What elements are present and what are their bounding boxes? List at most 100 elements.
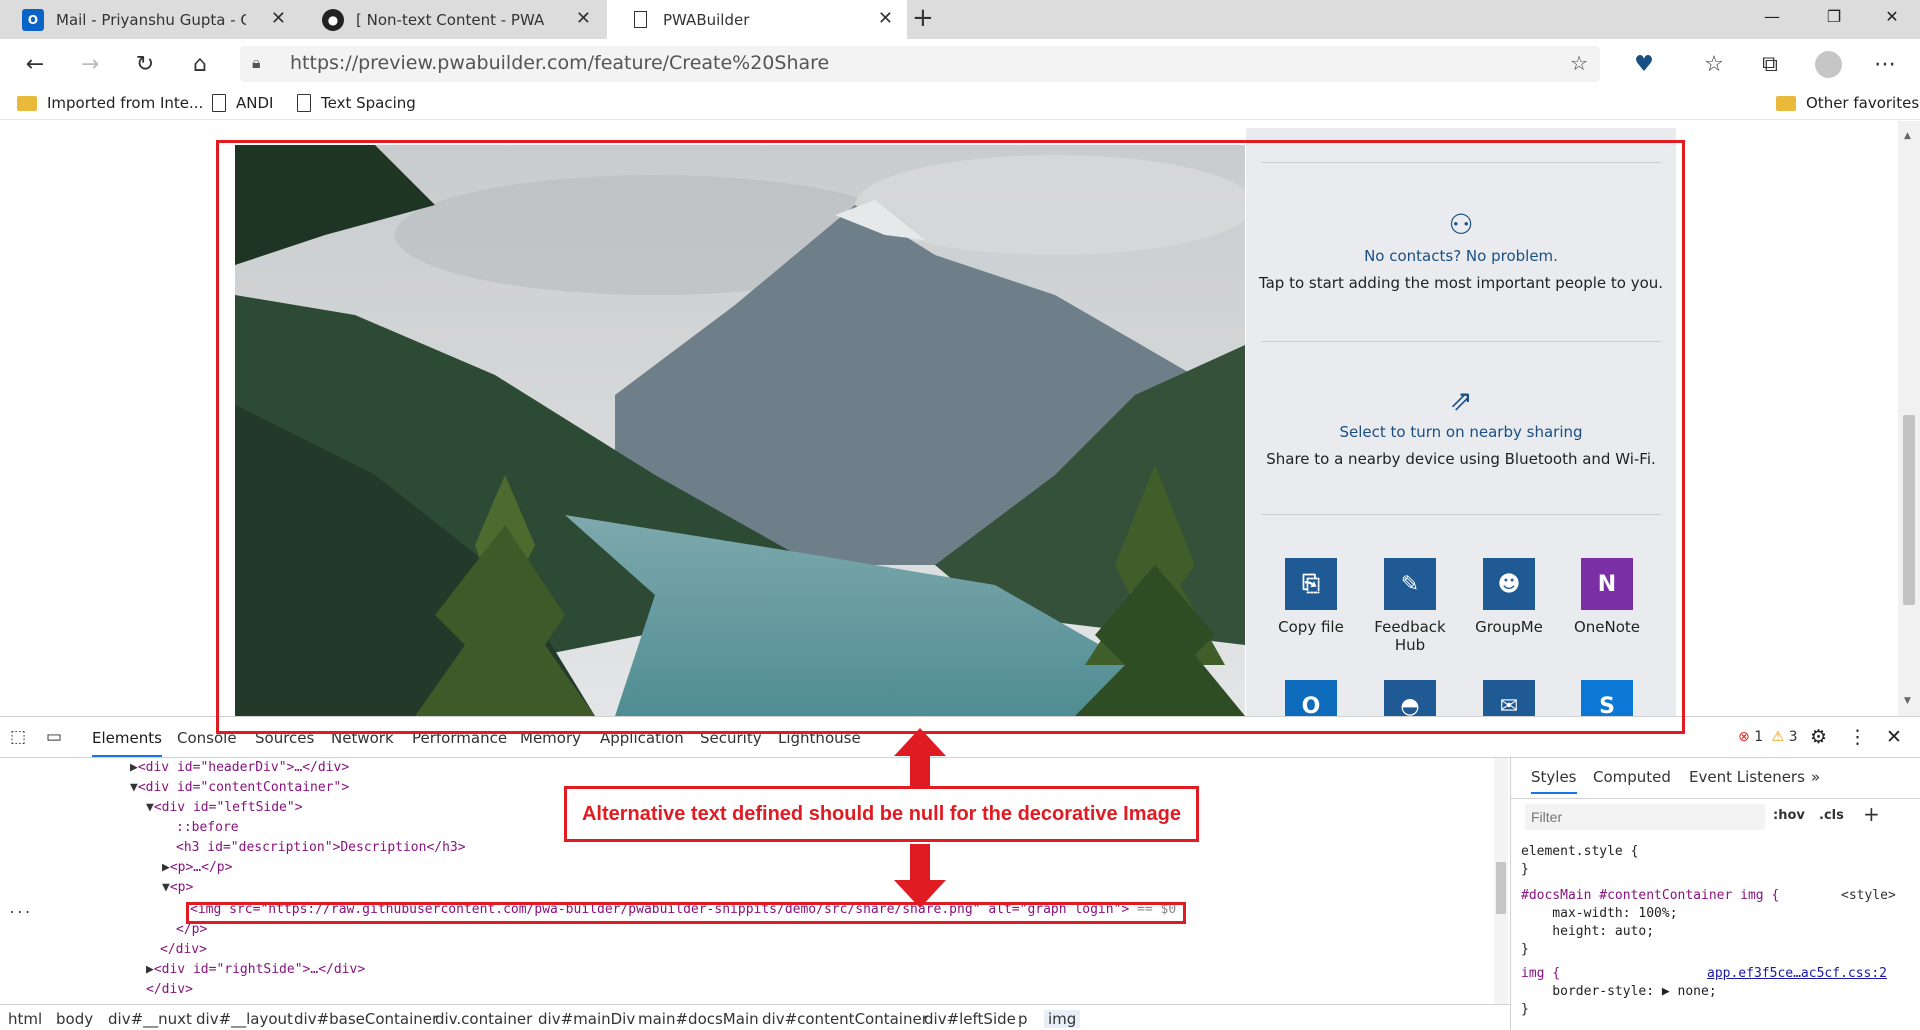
favorite-item[interactable]: Text Spacing xyxy=(297,94,416,112)
dom-node[interactable]: ▶<div id="rightSide">…</div> xyxy=(146,960,365,980)
back-icon[interactable]: ← xyxy=(15,39,55,89)
breadcrumb-item[interactable]: div#mainDiv xyxy=(538,1010,635,1028)
page-scrollbar-thumb[interactable] xyxy=(1903,415,1915,605)
breadcrumb-item[interactable]: div#__nuxt xyxy=(108,1010,192,1028)
avatar[interactable] xyxy=(1815,51,1842,78)
dom-breadcrumbs: html body div#__nuxt div#__layout div#ba… xyxy=(0,1004,1510,1030)
new-rule-icon[interactable]: + xyxy=(1863,802,1880,826)
favorites-list-icon[interactable]: ☆ xyxy=(1694,39,1734,89)
address-bar[interactable]: 🔒︎ https://preview.pwabuilder.com/featur… xyxy=(240,46,1600,82)
dom-node[interactable]: ::before xyxy=(176,818,239,838)
css-rule-source-link[interactable]: app.ef3f5ce…ac5cf.css:2 xyxy=(1707,966,1887,981)
heart-shield-icon[interactable]: ♥ xyxy=(1624,39,1664,89)
breadcrumb-item-active[interactable]: img xyxy=(1044,1010,1081,1028)
tab-strip: O Mail - Priyanshu Gupta - Outlook ✕ ● [… xyxy=(0,0,1920,39)
forward-icon[interactable]: → xyxy=(70,39,110,89)
tab-computed[interactable]: Computed xyxy=(1593,768,1671,786)
new-tab-button[interactable]: + xyxy=(912,3,934,33)
favorite-label: Text Spacing xyxy=(321,94,416,112)
more-icon[interactable]: ⋯ xyxy=(1865,39,1905,89)
hover-state-toggle[interactable]: :hov xyxy=(1773,808,1805,823)
dom-node[interactable]: ▼<p> xyxy=(162,878,193,898)
folder-icon xyxy=(1776,95,1796,111)
breadcrumb-item[interactable]: div#leftSide xyxy=(924,1010,1016,1028)
dom-row-ellipsis[interactable]: ... xyxy=(8,900,31,920)
dom-node[interactable]: </div> xyxy=(146,980,193,1000)
favorite-item[interactable]: Imported from Inte... xyxy=(17,94,203,112)
device-toolbar-icon[interactable]: ▭ xyxy=(46,727,62,747)
breadcrumb-item[interactable]: div#__layout xyxy=(196,1010,293,1028)
css-rule-source: <style> xyxy=(1841,888,1896,903)
favorite-item[interactable]: ANDI xyxy=(212,94,273,112)
lock-icon: 🔒︎ xyxy=(252,53,261,72)
elements-scrollbar-thumb[interactable] xyxy=(1496,862,1506,914)
close-tab-icon[interactable]: ✕ xyxy=(878,8,893,29)
close-tab-icon[interactable]: ✕ xyxy=(271,8,286,29)
breadcrumb-item[interactable]: p xyxy=(1018,1010,1028,1028)
tab-title: [ Non-text Content - PWA Builder xyxy=(356,10,546,29)
css-rule-line[interactable]: border-style: ▶ none; xyxy=(1521,984,1716,999)
tab-outlook[interactable]: O Mail - Priyanshu Gupta - Outlook ✕ xyxy=(0,0,300,39)
favorite-label: Imported from Inte... xyxy=(47,94,204,112)
divider xyxy=(1511,798,1920,799)
address-url[interactable]: https://preview.pwabuilder.com/feature/C… xyxy=(290,52,829,74)
css-rule-line[interactable]: height: auto; xyxy=(1521,924,1654,939)
minimize-button[interactable]: — xyxy=(1744,0,1800,32)
css-rule-line[interactable]: max-width: 100%; xyxy=(1521,906,1677,921)
annotation-code-highlight xyxy=(186,902,1186,924)
warning-count: 3 xyxy=(1788,729,1798,745)
tab-github[interactable]: ● [ Non-text Content - PWA Builder ✕ xyxy=(300,0,605,39)
dom-node[interactable]: ▼<div id="leftSide"> xyxy=(146,798,303,818)
devtools-tab-elements[interactable]: Elements xyxy=(92,729,162,757)
breadcrumb-item[interactable]: html xyxy=(8,1010,42,1028)
inspect-element-icon[interactable]: ⬚ xyxy=(10,727,26,747)
tab-event-listeners[interactable]: Event Listeners xyxy=(1689,768,1805,786)
maximize-button[interactable]: ❐ xyxy=(1806,0,1862,32)
css-rule-line: } xyxy=(1521,942,1529,957)
css-rule-line: img { xyxy=(1521,966,1561,981)
breadcrumb-item[interactable]: div#contentContainer xyxy=(762,1010,928,1028)
tab-styles[interactable]: Styles xyxy=(1531,768,1577,794)
class-toggle[interactable]: .cls xyxy=(1819,808,1844,823)
favorite-star-icon[interactable]: ☆ xyxy=(1570,51,1588,75)
dom-node[interactable]: </div> xyxy=(160,940,207,960)
outlook-icon: O xyxy=(22,8,44,31)
annotation-highlight-box xyxy=(216,140,1685,734)
css-rule-line: element.style { xyxy=(1521,844,1639,859)
browser-toolbar: ← → ↻ ⌂ 🔒︎ https://preview.pwabuilder.co… xyxy=(0,39,1920,89)
home-icon[interactable]: ⌂ xyxy=(180,39,220,89)
annotation-callout: Alternative text defined should be null … xyxy=(564,786,1199,842)
breadcrumb-item[interactable]: body xyxy=(56,1010,93,1028)
styles-filter-input[interactable] xyxy=(1525,804,1765,830)
favorite-label: ANDI xyxy=(236,94,274,112)
dom-node[interactable]: ▶<p>…</p> xyxy=(162,858,232,878)
issue-counts[interactable]: ⊗ 1 ⚠ 3 xyxy=(1738,729,1798,745)
warning-icon: ⚠ xyxy=(1771,729,1785,745)
close-tab-icon[interactable]: ✕ xyxy=(576,8,591,29)
breadcrumb-item[interactable]: div.container xyxy=(435,1010,532,1028)
breadcrumb-item[interactable]: main#docsMain xyxy=(638,1010,759,1028)
css-rule-line: } xyxy=(1521,1002,1529,1017)
page-icon xyxy=(212,94,226,112)
favorite-label: Other favorites xyxy=(1806,94,1920,112)
github-icon: ● xyxy=(322,8,344,31)
error-icon: ⊗ xyxy=(1738,729,1750,745)
breadcrumb-item[interactable]: div#baseContainer xyxy=(294,1010,438,1028)
tab-pwabuilder[interactable]: PWABuilder ✕ xyxy=(607,0,907,39)
settings-gear-icon[interactable]: ⚙ xyxy=(1810,726,1827,748)
close-devtools-icon[interactable]: ✕ xyxy=(1886,726,1902,748)
styles-pane: Styles Computed Event Listeners » :hov .… xyxy=(1510,758,1920,1030)
collections-icon[interactable]: ⧉ xyxy=(1750,39,1790,89)
refresh-icon[interactable]: ↻ xyxy=(125,39,165,89)
dom-node[interactable]: ▶<div id="headerDiv">…</div> xyxy=(130,758,349,778)
dom-node[interactable]: <h3 id="description">Description</h3> xyxy=(176,838,466,858)
page-icon xyxy=(629,9,651,31)
dom-node[interactable]: ▼<div id="contentContainer"> xyxy=(130,778,349,798)
tab-title: Mail - Priyanshu Gupta - Outlook xyxy=(56,10,246,29)
other-favorites[interactable]: Other favorites xyxy=(1776,94,1919,112)
close-window-button[interactable]: ✕ xyxy=(1864,0,1920,32)
folder-icon xyxy=(17,95,37,111)
more-options-icon[interactable]: ⋮ xyxy=(1848,726,1867,748)
error-count: 1 xyxy=(1754,729,1764,745)
more-tabs-icon[interactable]: » xyxy=(1811,768,1820,786)
